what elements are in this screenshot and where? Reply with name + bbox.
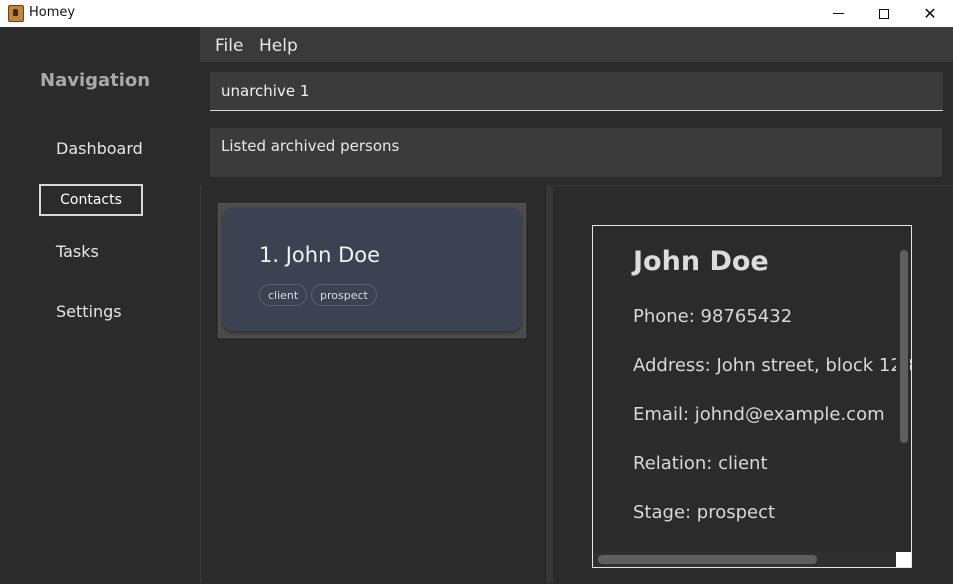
detail-phone: Phone: 98765432: [633, 306, 793, 327]
result-message: Listed archived persons: [221, 137, 400, 155]
detail-address: Address: John street, block 123,: [633, 355, 912, 376]
detail-name: John Doe: [633, 246, 769, 277]
tag-prospect: prospect: [311, 284, 377, 306]
menu-help[interactable]: Help: [259, 36, 298, 56]
detail-email: Email: johnd@example.com: [633, 404, 885, 425]
command-input-value: unarchive 1: [221, 82, 310, 100]
sidebar-item-dashboard[interactable]: Dashboard: [56, 139, 143, 158]
person-card-index: 1.: [259, 243, 280, 267]
result-display: Listed archived persons: [210, 128, 942, 177]
app-icon: [8, 5, 24, 22]
window-title: Homey: [29, 5, 76, 20]
maximize-button[interactable]: [861, 0, 907, 27]
minimize-icon: [832, 13, 844, 14]
maximize-icon: [879, 8, 889, 19]
person-card[interactable]: 1. John Doe client prospect: [223, 208, 521, 331]
panel-divider[interactable]: [545, 185, 553, 583]
scroll-corner: [896, 552, 911, 567]
person-list: 1. John Doe client prospect: [218, 203, 526, 338]
close-icon: ✕: [923, 4, 937, 23]
sidebar-item-tasks[interactable]: Tasks: [56, 242, 99, 261]
detail-stage: Stage: prospect: [633, 502, 776, 523]
tag-client: client: [259, 284, 308, 306]
sidebar-item-settings[interactable]: Settings: [56, 302, 122, 321]
person-detail-card: John Doe Phone: 98765432 Address: John s…: [592, 225, 912, 568]
person-card-fullname: John Doe: [285, 243, 381, 267]
window-titlebar[interactable]: Homey ✕: [0, 0, 953, 27]
person-card-name: 1. John Doe: [259, 243, 380, 267]
detail-relation: Relation: client: [633, 453, 768, 474]
close-button[interactable]: ✕: [907, 0, 953, 27]
command-input[interactable]: unarchive 1: [210, 72, 943, 111]
minimize-button[interactable]: [815, 0, 861, 27]
nav-heading: Navigation: [40, 70, 151, 91]
menu-bar: File Help: [200, 27, 953, 62]
sidebar-item-contacts[interactable]: Contacts: [39, 184, 143, 216]
horizontal-scroll-thumb[interactable]: [598, 555, 817, 564]
menu-file[interactable]: File: [215, 36, 243, 56]
vertical-scroll-thumb[interactable]: [900, 250, 908, 443]
